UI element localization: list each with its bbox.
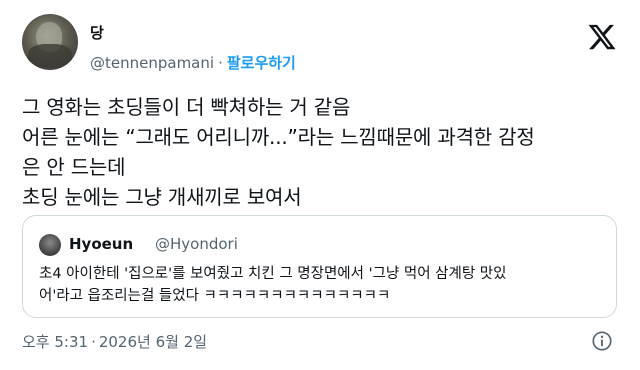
quoted-tweet-text: 초4 아이한테 '집으로'를 보여줬고 치킨 그 명장면에서 '그냥 먹어 삼계… [39,263,609,307]
avatar-shadow [28,44,72,68]
info-icon[interactable] [591,330,613,352]
author-name[interactable]: 당 [90,22,104,43]
tweet-body: 그 영화는 초딩들이 더 빡쳐하는 거 같음 어른 눈에는 “그래도 어리니까.… [22,92,622,212]
tweet-line: 어른 눈에는 “그래도 어리니까...”라는 느낌때문에 과격한 감정 [22,125,535,149]
quoted-tweet[interactable]: Hyoeun @Hyondori 초4 아이한테 '집으로'를 보여줬고 치킨 … [22,215,617,318]
quoted-line: 초4 아이한테 '집으로'를 보여줬고 치킨 그 명장면에서 '그냥 먹어 삼계… [39,266,507,282]
tweet-line: 그 영화는 초딩들이 더 빡쳐하는 거 같음 [22,95,351,119]
tweet-meta: 오후 5:31 · 2026년 6월 2일 [22,331,207,352]
tweet-line: 은 안 드는데 [22,155,126,179]
tweet-date[interactable]: 2026년 6월 2일 [99,333,207,351]
meta-separator: · [91,333,96,351]
quoted-author-handle: @Hyondori [155,235,238,253]
author-avatar[interactable] [22,14,78,70]
tweet-time[interactable]: 오후 5:31 [22,333,88,351]
follow-button[interactable]: 팔로우하기 [227,54,296,72]
tweet-card: 당 @tennenpamani · 팔로우하기 그 영화는 초딩들이 더 빡쳐하는 … [0,0,640,370]
x-logo-icon[interactable] [587,22,617,52]
author-handle-row: @tennenpamani · 팔로우하기 [90,52,296,73]
quoted-line: 어'라고 읍조리는걸 들었다 ㅋㅋㅋㅋㅋㅋㅋㅋㅋㅋㅋㅋㅋㅋ [39,288,391,304]
quoted-author-avatar [39,234,61,256]
quoted-author-name: Hyoeun [69,235,134,253]
tweet-line: 초딩 눈에는 그냥 개새끼로 보여서 [22,185,302,209]
author-handle[interactable]: @tennenpamani [90,54,214,72]
handle-separator: · [218,54,223,72]
